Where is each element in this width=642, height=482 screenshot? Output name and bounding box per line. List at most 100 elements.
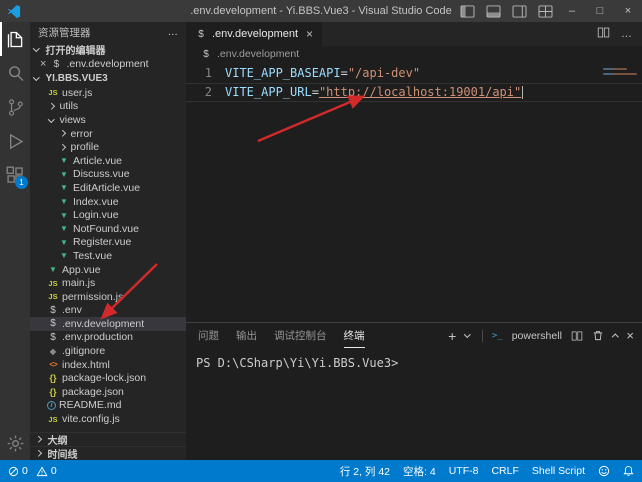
js-file-icon: JS	[47, 279, 59, 288]
cursor-position[interactable]: 行 2, 列 42	[340, 464, 390, 479]
notifications-bell-icon[interactable]	[623, 465, 634, 477]
sidebar-header: 资源管理器 …	[30, 22, 186, 42]
git-file-icon: ◆	[47, 347, 59, 356]
terminal[interactable]: PS D:\CSharp\Yi\Yi.BBS.Vue3>	[186, 348, 642, 460]
timeline-label: 时间线	[48, 446, 78, 460]
panel-tab[interactable]: 输出	[236, 323, 257, 348]
language-mode[interactable]: Shell Script	[532, 465, 585, 477]
close-panel-icon[interactable]: ×	[626, 328, 634, 343]
settings-gear-icon[interactable]	[0, 426, 30, 460]
feedback-smiley-icon[interactable]	[598, 465, 610, 477]
tree-item[interactable]: {}package-lock.json	[30, 371, 186, 385]
tree-item[interactable]: ▼App.vue	[30, 263, 186, 277]
panel-header: 问题输出调试控制台终端 + >_ powershell	[186, 323, 642, 348]
code-line[interactable]: 1VITE_APP_BASEAPI="/api-dev"	[186, 64, 642, 83]
code-line[interactable]: 2VITE_APP_URL="http://localhost:19001/ap…	[186, 83, 642, 102]
open-editor-item[interactable]: × $ .env.development	[30, 57, 186, 71]
maximize-panel-icon[interactable]	[612, 334, 618, 340]
tree-item[interactable]: JSmain.js	[30, 276, 186, 290]
explorer-icon[interactable]	[0, 22, 30, 56]
file-name: NotFound.vue	[73, 223, 139, 235]
tree-item[interactable]: iREADME.md	[30, 399, 186, 413]
outline-section[interactable]: 大纲	[30, 432, 186, 446]
more-actions-icon[interactable]: …	[621, 28, 632, 40]
tree-item[interactable]: utils	[30, 100, 186, 114]
statusbar-right: 行 2, 列 42 空格: 4 UTF-8 CRLF Shell Script	[340, 464, 634, 479]
indentation[interactable]: 空格: 4	[403, 464, 436, 479]
file-name: main.js	[62, 277, 95, 289]
kill-terminal-trash-icon[interactable]	[592, 329, 604, 342]
tree-item[interactable]: ▼Register.vue	[30, 236, 186, 250]
extensions-icon[interactable]: 1	[0, 158, 30, 192]
code-editor[interactable]: 1VITE_APP_BASEAPI="/api-dev"2VITE_APP_UR…	[186, 62, 642, 322]
project-section-header[interactable]: YI.BBS.VUE3	[30, 71, 186, 86]
eol-sequence[interactable]: CRLF	[491, 465, 518, 477]
tree-item[interactable]: ▼Login.vue	[30, 208, 186, 222]
minimize-icon[interactable]: –	[558, 0, 586, 22]
toggle-secondary-sidebar-icon[interactable]	[506, 0, 532, 22]
token-string-link: "http://localhost:19001/api"	[319, 85, 521, 99]
encoding[interactable]: UTF-8	[449, 465, 479, 477]
problems-indicator[interactable]: 0 0	[8, 465, 57, 477]
vscode-logo-icon	[7, 4, 22, 19]
tree-item[interactable]: error	[30, 127, 186, 141]
tree-item[interactable]: ◆.gitignore	[30, 344, 186, 358]
timeline-section[interactable]: 时间线	[30, 446, 186, 460]
tree-item[interactable]: ▼Article.vue	[30, 154, 186, 168]
tree-item[interactable]: $.env.production	[30, 331, 186, 345]
run-debug-icon[interactable]	[0, 124, 30, 158]
warning-icon	[36, 466, 48, 477]
line-number: 1	[186, 64, 212, 83]
panel-tab[interactable]: 问题	[198, 323, 219, 348]
file-name: Index.vue	[73, 196, 119, 208]
status-bar: 0 0 行 2, 列 42 空格: 4 UTF-8 CRLF Shell Scr…	[0, 460, 642, 482]
panel-tab[interactable]: 终端	[344, 323, 365, 348]
close-tab-icon[interactable]: ×	[306, 27, 313, 41]
split-editor-icon[interactable]	[597, 26, 610, 42]
maximize-icon[interactable]: □	[586, 0, 614, 22]
breadcrumb-file: .env.development	[217, 48, 299, 60]
customize-layout-icon[interactable]	[532, 0, 558, 22]
source-control-icon[interactable]	[0, 90, 30, 124]
split-terminal-icon[interactable]	[571, 330, 583, 342]
file-name: utils	[60, 100, 79, 112]
chevron-down-icon[interactable]	[464, 331, 470, 337]
tree-item[interactable]: ▼NotFound.vue	[30, 222, 186, 236]
new-terminal-icon[interactable]: +	[448, 328, 456, 344]
breadcrumb[interactable]: $ .env.development	[186, 46, 642, 62]
tree-item[interactable]: profile	[30, 140, 186, 154]
tree-item[interactable]: ▼EditArticle.vue	[30, 181, 186, 195]
file-name: .env.development	[62, 318, 144, 330]
open-editors-section[interactable]: 打开的编辑器	[30, 42, 186, 57]
close-editor-icon[interactable]: ×	[40, 58, 46, 70]
tree-item[interactable]: <>index.html	[30, 358, 186, 372]
titlebar: .env.development - Yi.BBS.Vue3 - Visual …	[0, 0, 642, 22]
main-area: 1 资源管理器 … 打开的编辑器 × $ .env.development	[0, 22, 642, 460]
tree-item[interactable]: $.env.development	[30, 317, 186, 331]
tree-item[interactable]: ▼Discuss.vue	[30, 168, 186, 182]
toggle-panel-icon[interactable]	[480, 0, 506, 22]
powershell-icon: >_	[492, 331, 503, 341]
tree-item[interactable]: JSuser.js	[30, 86, 186, 100]
vue-file-icon: ▼	[47, 265, 59, 274]
terminal-shell-label[interactable]: powershell	[512, 330, 562, 342]
tree-item[interactable]: ▼Test.vue	[30, 249, 186, 263]
search-icon[interactable]	[0, 56, 30, 90]
bottom-panel: 问题输出调试控制台终端 + >_ powershell	[186, 322, 642, 460]
warning-count: 0	[51, 465, 57, 477]
panel-tab[interactable]: 调试控制台	[274, 323, 327, 348]
tab-env-development[interactable]: $ .env.development ×	[186, 22, 322, 46]
file-name: permission.js	[62, 291, 123, 303]
tree-item[interactable]: views	[30, 113, 186, 127]
tree-item[interactable]: $.env	[30, 304, 186, 318]
tree-item[interactable]: ▼Index.vue	[30, 195, 186, 209]
token-variable: VITE_APP_BASEAPI	[225, 66, 341, 80]
tree-item[interactable]: JSpermission.js	[30, 290, 186, 304]
tree-item[interactable]: JSvite.config.js	[30, 412, 186, 426]
toggle-sidebar-icon[interactable]	[454, 0, 480, 22]
tree-item[interactable]: {}package.json	[30, 385, 186, 399]
html-file-icon: <>	[47, 360, 59, 369]
close-window-icon[interactable]: ×	[614, 0, 642, 22]
editor-area: $ .env.development × … $ .env.developmen…	[186, 22, 642, 460]
more-actions-icon[interactable]: …	[168, 26, 179, 38]
